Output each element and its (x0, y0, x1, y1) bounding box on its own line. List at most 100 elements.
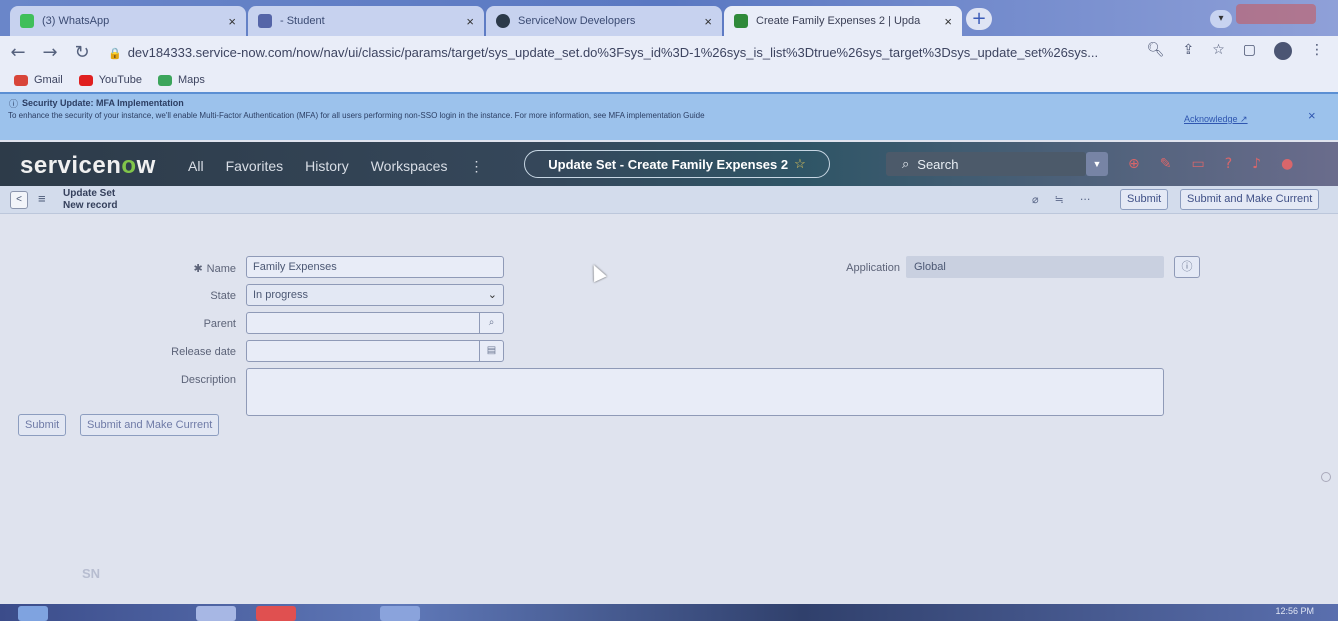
gmail-icon (14, 74, 28, 86)
reload-icon[interactable]: ↻ (70, 42, 94, 63)
application-label: Application (846, 262, 900, 274)
start-button[interactable] (18, 606, 48, 621)
back-arrow-icon[interactable]: ← (6, 42, 30, 63)
taskbar-clock: 12:56 PM (1275, 606, 1314, 616)
back-button[interactable]: < (10, 191, 28, 209)
student-icon (258, 14, 272, 28)
tab-create-family-expenses[interactable]: Create Family Expenses 2 | Upda × (724, 6, 962, 36)
form-header-icons: ⌀ ≒ ··· (1032, 193, 1090, 206)
context-menu-icon[interactable]: ≡ (38, 191, 46, 206)
user-avatar[interactable]: ● (1281, 156, 1293, 172)
info-icon: ⓘ (9, 99, 19, 109)
bookmark-star-icon[interactable]: ☆ (1212, 42, 1225, 60)
header-icons: ⊕ ✎ ▭ ? ♪ ● (1128, 156, 1293, 172)
nav-favorites[interactable]: Favorites (226, 158, 284, 175)
name-label: ✱ Name (193, 263, 236, 275)
forward-arrow-icon[interactable]: → (38, 42, 62, 63)
description-label: Description (180, 374, 236, 386)
nav-history[interactable]: History (305, 158, 349, 175)
attachment-icon[interactable]: ⌀ (1032, 193, 1039, 206)
state-value: In progress (253, 289, 309, 301)
release-date-field[interactable]: ▤ (246, 340, 504, 362)
form-record-name: New record (63, 200, 118, 211)
taskbar-app[interactable] (196, 606, 236, 621)
sidepanel-icon[interactable]: ▢ (1243, 42, 1256, 60)
name-field[interactable]: Family Expenses (246, 256, 504, 278)
bookmark-maps[interactable]: Maps (157, 74, 205, 86)
new-tab-button[interactable]: + (966, 8, 992, 30)
header-submit-button[interactable]: Submit (1120, 189, 1169, 210)
taskbar-app[interactable] (380, 606, 420, 621)
sn-watermark: SN (82, 566, 101, 581)
more-icon[interactable]: ⋮ (469, 158, 483, 175)
scope-globe-icon[interactable]: ⊕ (1128, 156, 1140, 172)
window-controls[interactable] (1236, 4, 1316, 24)
form-header: < ≡ Update Set New record ⌀ ≒ ··· Submit… (0, 186, 1338, 214)
url-text: dev184333.service-now.com/now/nav/ui/cla… (127, 44, 1099, 60)
form-title: Update Set New record (63, 188, 117, 212)
address-bar-icons: 🔍︎ ⇪ ☆ ▢ ⋮ (1147, 42, 1324, 60)
zoom-icon[interactable]: 🔍︎ (1147, 42, 1165, 60)
servicenow-green-icon (734, 14, 748, 28)
bookmark-gmail[interactable]: Gmail (14, 74, 63, 86)
bookmark-label: Maps (177, 74, 205, 86)
address-bar-row: ← → ↻ 🔒 dev184333.service-now.com/now/nav… (0, 36, 1338, 68)
chevron-down-icon: ⌄ (487, 288, 497, 301)
notifications-bell-icon[interactable]: ♪ (1252, 156, 1261, 172)
description-textarea[interactable] (246, 368, 1164, 416)
favorite-star-icon[interactable]: ☆ (794, 156, 806, 172)
banner-text: To enhance the security of your instance… (8, 111, 705, 120)
application-info-icon[interactable]: ⓘ (1174, 256, 1200, 278)
tab-servicenow-developers[interactable]: ServiceNow Developers × (486, 6, 722, 36)
sidebar-chat-icon[interactable]: ✎ (1160, 156, 1172, 172)
whatsapp-icon (20, 14, 34, 28)
tab-whatsapp[interactable]: (3) WhatsApp × (10, 6, 246, 36)
submit-and-make-current-button[interactable]: Submit and Make Current (80, 414, 220, 436)
youtube-icon (78, 74, 93, 86)
close-icon[interactable]: × (1308, 108, 1316, 123)
bookmark-label: Gmail (34, 74, 63, 86)
chrome-taskbar-icon[interactable] (256, 606, 296, 621)
share-icon[interactable]: ⇪ (1182, 42, 1194, 60)
help-icon[interactable]: ? (1225, 156, 1232, 172)
global-search[interactable]: ⌕ Search (886, 152, 1086, 176)
lookup-search-icon[interactable]: ⌕ (479, 313, 503, 333)
settings-sliders-icon[interactable]: ≒ (1055, 193, 1064, 206)
profile-avatar[interactable] (1274, 42, 1292, 60)
maps-icon (157, 74, 172, 86)
submit-button[interactable]: Submit (18, 414, 67, 436)
nav-workspaces[interactable]: Workspaces (371, 158, 448, 175)
tab-label: - Student (280, 15, 325, 27)
release-date-label: Release date (171, 346, 236, 358)
close-icon[interactable]: × (704, 14, 712, 29)
more-options-icon[interactable]: ··· (1080, 193, 1091, 206)
servicenow-header: servicenow All Favorites History Workspa… (0, 142, 1338, 186)
form-table-name: Update Set (63, 188, 116, 199)
menu-icon[interactable]: ⋮ (1310, 42, 1324, 60)
application-field: Global (906, 256, 1164, 278)
close-icon[interactable]: × (466, 14, 474, 29)
url-field[interactable]: 🔒 dev184333.service-now.com/now/nav/ui/cl… (108, 45, 1108, 60)
servicenow-logo[interactable]: servicenow (20, 152, 156, 180)
acknowledge-link[interactable]: Acknowledge ↗ (1184, 114, 1248, 125)
parent-field[interactable]: ⌕ (246, 312, 504, 334)
calendar-icon[interactable]: ▤ (479, 341, 503, 361)
context-pill[interactable]: Update Set - Create Family Expenses 2 ☆ (524, 150, 830, 178)
chat-icon[interactable]: ▭ (1191, 156, 1204, 172)
tab-student[interactable]: - Student × (248, 6, 484, 36)
close-icon[interactable]: × (228, 14, 236, 29)
main-nav: All Favorites History Workspaces ⋮ (188, 158, 483, 175)
close-icon[interactable]: × (944, 14, 952, 29)
state-select[interactable]: In progress ⌄ (246, 284, 504, 306)
security-banner: ⓘ Security Update: MFA Implementation To… (0, 92, 1338, 140)
nav-all[interactable]: All (188, 158, 204, 175)
tab-label: Create Family Expenses 2 | Upda (756, 15, 921, 27)
search-icon: ⌕ (902, 156, 910, 171)
context-title: Update Set - Create Family Expenses 2 (548, 156, 789, 172)
search-scope-dropdown[interactable]: ▼ (1086, 152, 1108, 176)
tab-search-icon[interactable]: ▾ (1210, 10, 1232, 28)
browser-tabstrip: (3) WhatsApp × - Student × ServiceNow De… (0, 0, 1338, 36)
search-placeholder: Search (917, 156, 959, 172)
header-submit-and-make-current-button[interactable]: Submit and Make Current (1180, 189, 1320, 210)
bookmark-youtube[interactable]: YouTube (78, 74, 142, 86)
